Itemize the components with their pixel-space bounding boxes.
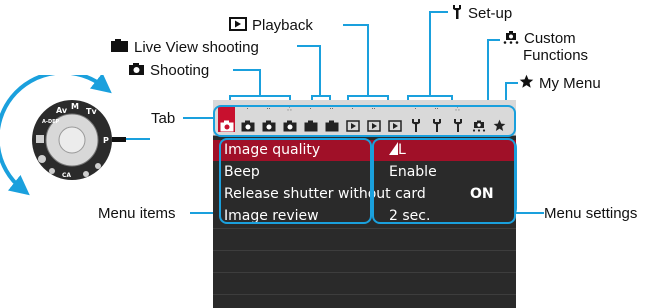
dial-label-p: P bbox=[103, 136, 109, 145]
live-view-callout: Live View shooting bbox=[110, 38, 259, 57]
menu-settings-highlight bbox=[372, 138, 516, 224]
star-icon bbox=[519, 74, 534, 93]
dial-label-m: M bbox=[71, 102, 79, 111]
menu-row-empty bbox=[213, 228, 516, 249]
dial-label-adep: A-DEP bbox=[42, 119, 60, 125]
tab-highlight bbox=[213, 105, 516, 137]
live-view-camera-icon bbox=[110, 38, 129, 57]
playback-label: Playback bbox=[252, 17, 313, 34]
custom-functions-label-2: Functions bbox=[523, 47, 589, 64]
mode-dial: Av M Tv P A-DEP CA bbox=[0, 75, 150, 196]
dial-label-ca: CA bbox=[62, 172, 71, 179]
dial-label-av: Av bbox=[56, 106, 68, 115]
menu-settings-label: Menu settings bbox=[544, 205, 638, 222]
setup-label: Set-up bbox=[468, 5, 513, 22]
menu-row-empty bbox=[213, 294, 516, 308]
dial-label-tv: Tv bbox=[86, 107, 97, 116]
setup-callout: Set-up bbox=[451, 4, 512, 23]
menu-settings-callout: Menu settings bbox=[544, 205, 637, 222]
playback-callout: Playback bbox=[229, 17, 313, 35]
custom-functions-label-1: Custom bbox=[524, 30, 576, 47]
menu-row-empty bbox=[213, 250, 516, 271]
custom-functions-icon bbox=[503, 30, 519, 48]
wrench-icon bbox=[451, 4, 463, 23]
custom-functions-callout: Custom Functions bbox=[503, 30, 588, 64]
menu-row-empty bbox=[213, 272, 516, 293]
menu-items-highlight bbox=[219, 138, 372, 224]
my-menu-callout: My Menu bbox=[519, 74, 601, 93]
play-icon bbox=[229, 17, 247, 35]
my-menu-label: My Menu bbox=[539, 75, 601, 92]
live-view-label: Live View shooting bbox=[134, 39, 259, 56]
